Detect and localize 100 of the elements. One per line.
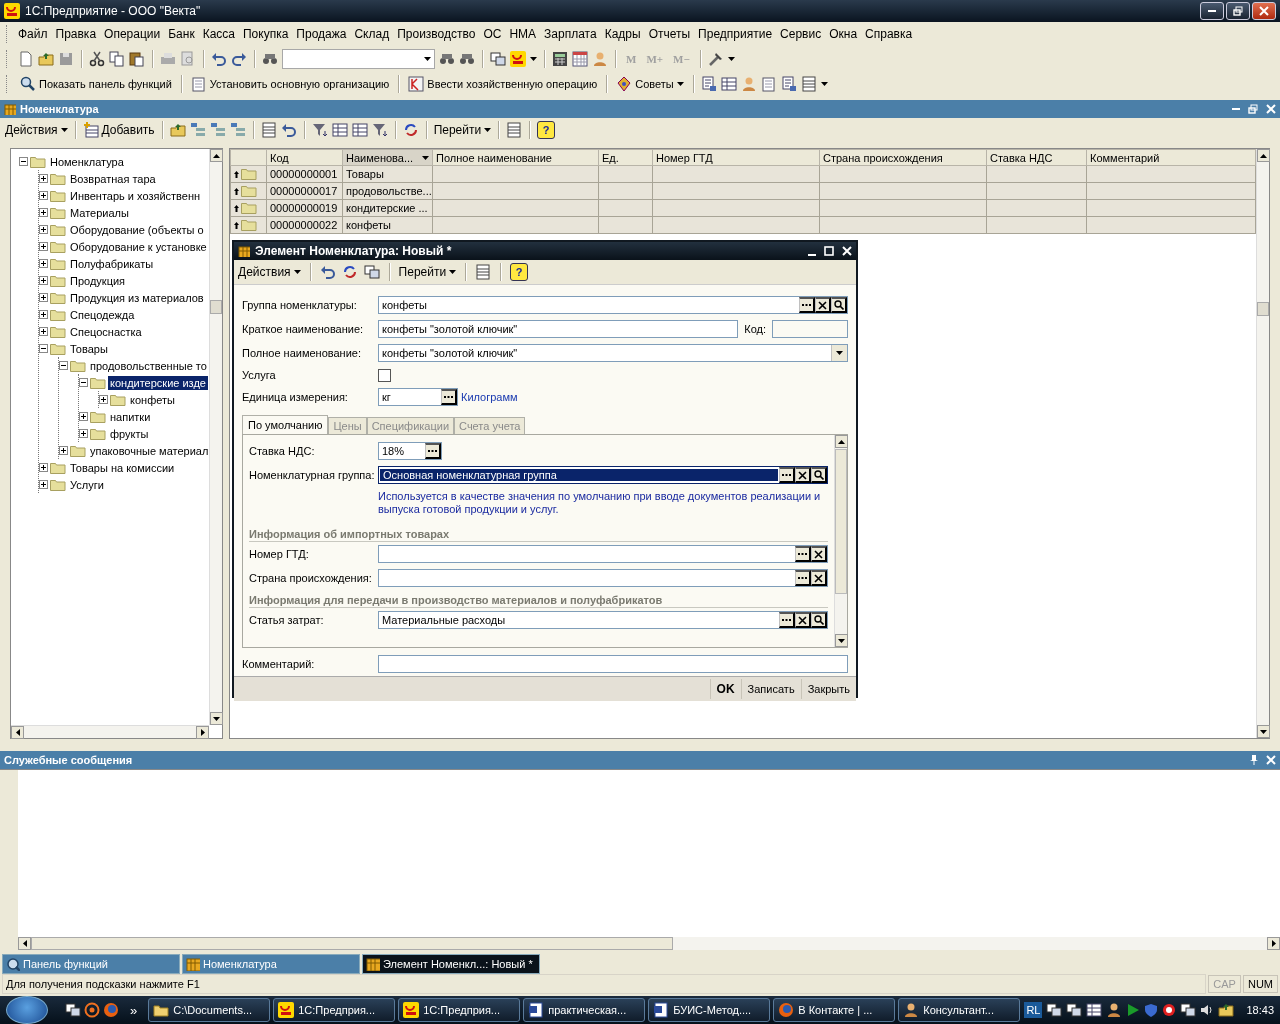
menu-button[interactable]: Действия bbox=[238, 265, 301, 279]
menu-item[interactable]: Кадры bbox=[600, 25, 645, 43]
menu-item[interactable]: Производство bbox=[393, 25, 480, 43]
windows-icon[interactable] bbox=[363, 264, 380, 280]
restore-button[interactable] bbox=[1226, 2, 1250, 20]
dropdown-field[interactable]: конфеты "золотой ключик" bbox=[378, 344, 848, 362]
expand-icon[interactable] bbox=[39, 208, 48, 217]
select-button[interactable] bbox=[779, 467, 795, 483]
windows-icon[interactable] bbox=[1046, 1002, 1063, 1018]
refresh-icon[interactable] bbox=[341, 264, 358, 280]
search-button[interactable] bbox=[831, 297, 847, 313]
column-header[interactable]: Комментарий bbox=[1086, 149, 1256, 166]
collapse-icon[interactable] bbox=[19, 157, 28, 166]
close-icon[interactable] bbox=[842, 246, 852, 256]
taskbar-button[interactable]: 1С:Предприя... bbox=[273, 998, 396, 1022]
tree-item[interactable]: Товары на комиссии bbox=[68, 460, 177, 475]
play-icon[interactable] bbox=[1126, 1003, 1141, 1017]
paste-icon[interactable] bbox=[129, 51, 145, 67]
copy-icon[interactable] bbox=[109, 51, 125, 67]
expand-icon[interactable] bbox=[99, 395, 108, 404]
input-field[interactable]: Материальные расходы bbox=[378, 611, 828, 629]
expand-icon[interactable] bbox=[39, 310, 48, 319]
menu-button[interactable]: Перейти bbox=[398, 265, 457, 279]
folder-arrow-icon[interactable] bbox=[38, 51, 54, 67]
menu-button[interactable]: Перейти bbox=[433, 123, 492, 137]
funnel-icon[interactable] bbox=[371, 122, 388, 138]
tree-item[interactable]: напитки bbox=[108, 409, 153, 424]
taskbar-button[interactable]: практическая... bbox=[523, 998, 646, 1022]
report-icon[interactable] bbox=[780, 76, 797, 92]
taskbar-button[interactable]: 1С:Предприя... bbox=[398, 998, 521, 1022]
toolbar-button[interactable]: Ввести хозяйственную операцию bbox=[406, 75, 600, 93]
taskbar-button[interactable]: C:\Documents... bbox=[148, 998, 271, 1022]
redo-icon[interactable] bbox=[231, 51, 247, 67]
checkbox[interactable] bbox=[378, 368, 391, 382]
maximize-icon[interactable] bbox=[824, 246, 834, 256]
select-button[interactable] bbox=[425, 443, 441, 459]
collapse-icon[interactable] bbox=[39, 344, 48, 353]
tree-item[interactable]: Полуфабрикаты bbox=[68, 256, 156, 271]
expand-icon[interactable] bbox=[39, 327, 48, 336]
minimize-button[interactable] bbox=[1200, 2, 1224, 20]
tree-icon[interactable] bbox=[209, 122, 226, 138]
toolbar-button[interactable]: Советы bbox=[614, 75, 686, 93]
menu-item[interactable]: Окна bbox=[825, 25, 862, 43]
tree-item[interactable]: Оборудование (объекты о bbox=[68, 222, 206, 237]
menu-item[interactable]: Отчеты bbox=[644, 25, 695, 43]
clipboard-icon[interactable] bbox=[760, 76, 777, 92]
pin-icon[interactable] bbox=[1250, 755, 1258, 765]
window-tab[interactable]: Панель функций bbox=[2, 954, 180, 974]
speaker-icon[interactable] bbox=[1200, 1003, 1215, 1017]
search-button[interactable] bbox=[811, 612, 827, 628]
rows-icon[interactable] bbox=[260, 122, 277, 138]
column-header[interactable]: Наименова... bbox=[342, 149, 433, 166]
tree-item[interactable]: Продукция bbox=[68, 273, 128, 288]
taskbar-button[interactable]: Консультант... bbox=[898, 998, 1021, 1022]
calculator-icon[interactable] bbox=[552, 51, 568, 67]
menu-item[interactable]: Предприятие bbox=[694, 25, 777, 43]
menu-item[interactable]: Зарплата bbox=[540, 25, 601, 43]
column-header[interactable]: Страна происхождения bbox=[819, 149, 987, 166]
binoculars-icon[interactable] bbox=[439, 51, 455, 67]
help-button[interactable]: ? bbox=[537, 121, 556, 139]
select-button[interactable] bbox=[795, 546, 811, 562]
expand-icon[interactable] bbox=[39, 276, 48, 285]
tree-item[interactable]: продовольственные то bbox=[88, 358, 209, 373]
start-button[interactable] bbox=[6, 996, 48, 1024]
windows-icon[interactable] bbox=[1066, 1002, 1083, 1018]
tree-item[interactable]: Спецоснастка bbox=[68, 324, 144, 339]
binoculars-icon[interactable] bbox=[459, 51, 475, 67]
rows-icon[interactable] bbox=[506, 122, 523, 138]
window-tab[interactable]: Элемент Номенкл...: Новый * bbox=[362, 954, 540, 974]
expand-icon[interactable] bbox=[39, 225, 48, 234]
collapse-icon[interactable] bbox=[59, 361, 68, 370]
search-button[interactable] bbox=[811, 467, 827, 483]
expand-icon[interactable] bbox=[39, 293, 48, 302]
dialog-button[interactable]: OK bbox=[709, 679, 741, 699]
select-button[interactable] bbox=[795, 570, 811, 586]
tree-item[interactable]: Номенклатура bbox=[48, 154, 126, 169]
folder-arrow-icon[interactable] bbox=[169, 122, 186, 138]
undo-icon[interactable] bbox=[319, 264, 336, 280]
clear-button[interactable] bbox=[815, 297, 831, 313]
column-header[interactable]: Номер ГТД bbox=[652, 149, 820, 166]
scissors-icon[interactable] bbox=[89, 51, 105, 67]
clear-button[interactable] bbox=[811, 546, 827, 562]
table-icon[interactable] bbox=[1086, 1002, 1103, 1018]
select-button[interactable] bbox=[441, 389, 457, 405]
tree-item[interactable]: фрукты bbox=[108, 426, 151, 441]
menu-item[interactable]: Правка bbox=[51, 25, 101, 43]
input-field[interactable]: 18% bbox=[378, 442, 442, 460]
menu-item[interactable]: Файл bbox=[14, 25, 52, 43]
tree-item[interactable]: упаковочные материал bbox=[88, 443, 209, 458]
input-field[interactable]: конфеты bbox=[378, 296, 848, 314]
menu-item[interactable]: Сервис bbox=[776, 25, 826, 43]
undo-icon[interactable] bbox=[211, 51, 227, 67]
input-field[interactable] bbox=[378, 655, 848, 673]
select-button[interactable] bbox=[779, 612, 795, 628]
scroll-thumb[interactable] bbox=[1257, 301, 1269, 316]
taskbar-button[interactable]: БУИС-Метод.... bbox=[648, 998, 771, 1022]
tree-icon[interactable] bbox=[189, 122, 206, 138]
input-field[interactable] bbox=[378, 569, 828, 587]
calendar-icon[interactable] bbox=[572, 51, 588, 67]
input-field[interactable]: Основная номенклатурная группа bbox=[378, 466, 828, 484]
